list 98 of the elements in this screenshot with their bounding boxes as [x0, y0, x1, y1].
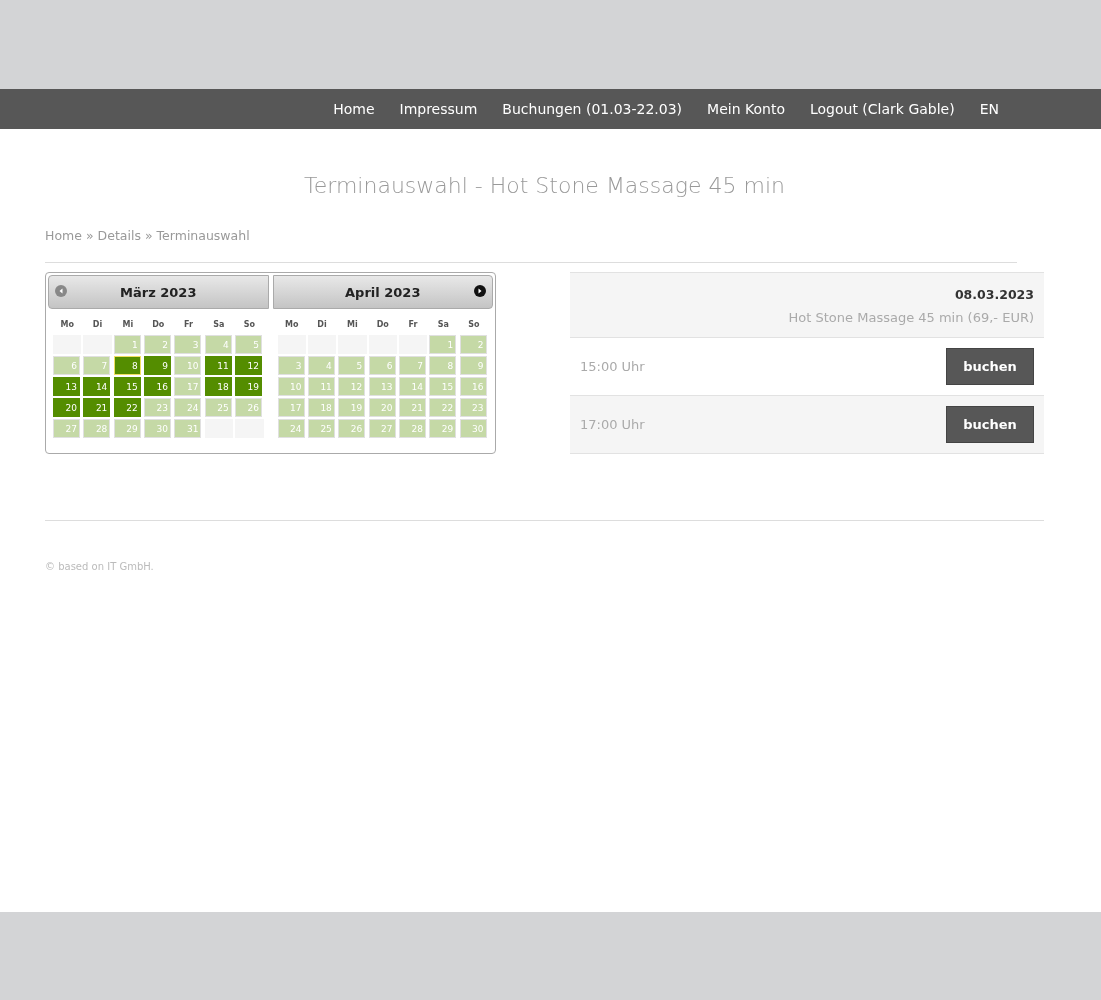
day-cell: 23 [459, 398, 487, 417]
day-cell[interactable]: 19 [235, 377, 263, 396]
day-cell: 28 [83, 419, 111, 438]
book-button[interactable]: buchen [946, 348, 1034, 385]
day-cell: 2 [459, 335, 487, 354]
day-cell[interactable]: 22 [113, 398, 141, 417]
breadcrumb-current: Terminauswahl [156, 228, 250, 243]
day-cell: 15 [429, 377, 457, 396]
day-cell: 8 [429, 356, 457, 375]
day-cell: 6 [53, 356, 80, 375]
time-label: 15:00 Uhr [580, 359, 645, 374]
day-cell[interactable]: 15 [113, 377, 141, 396]
day-cell: 30 [459, 419, 487, 438]
weekday-label: Sa [436, 318, 450, 331]
weekday-label: Fr [183, 318, 194, 331]
book-button[interactable]: buchen [946, 406, 1034, 443]
weekday-label: Fr [407, 318, 419, 331]
day-cell: 28 [398, 419, 426, 438]
day-cell: 1 [113, 335, 141, 354]
breadcrumb-separator: » [144, 228, 153, 243]
day-cell[interactable]: 9 [144, 356, 172, 375]
day-cell[interactable]: 18 [204, 377, 232, 396]
time-label: 17:00 Uhr [580, 417, 645, 432]
day-cell: 31 [174, 419, 202, 438]
day-cell: 5 [338, 356, 366, 375]
day-cell: 4 [204, 335, 232, 354]
weekday-label: Do [151, 318, 166, 331]
breadcrumb-separator: » [85, 228, 94, 243]
nav-link[interactable]: Buchungen (01.03-22.03) [502, 101, 683, 117]
day-cell: 30 [144, 419, 172, 438]
day-cell: 2 [144, 335, 172, 354]
day-cell: 29 [429, 419, 457, 438]
day-cell: 16 [459, 377, 487, 396]
weekday-label: So [467, 318, 481, 331]
day-cell: 11 [307, 377, 335, 396]
day-cell: 24 [174, 398, 202, 417]
service-info: Hot Stone Massage 45 min (69,- EUR) [788, 310, 1034, 325]
day-cell: 7 [83, 356, 111, 375]
weekday-label: Mi [121, 318, 135, 331]
day-cell[interactable]: 11 [204, 356, 232, 375]
day-cell: 22 [429, 398, 457, 417]
day-cell: 25 [204, 398, 232, 417]
day-cell: 20 [368, 398, 396, 417]
day-cell: 17 [174, 377, 202, 396]
day-cell: 3 [174, 335, 202, 354]
weekday-label: Mo [283, 318, 300, 331]
nav-link[interactable]: Home [333, 101, 375, 117]
day-cell: 9 [459, 356, 487, 375]
previous-month-icon[interactable] [55, 285, 67, 297]
day-cell: 10 [277, 377, 305, 396]
day-cell: 14 [398, 377, 426, 396]
nav-link[interactable]: EN [979, 101, 999, 117]
day-cell[interactable]: 21 [83, 398, 111, 417]
day-cell: 18 [307, 398, 335, 417]
nav-link[interactable]: Mein Konto [707, 101, 785, 117]
day-cell[interactable]: 16 [144, 377, 172, 396]
weekday-label: Di [316, 318, 328, 331]
day-cell: 26 [235, 398, 263, 417]
month-title: April 2023 [345, 284, 421, 300]
month-title: März 2023 [120, 284, 197, 300]
day-cell[interactable]: 14 [83, 377, 111, 396]
day-cell: 4 [307, 356, 335, 375]
footer-copyright: © based on IT GmbH. [45, 561, 155, 572]
day-cell: 29 [113, 419, 141, 438]
day-cell: 5 [235, 335, 263, 354]
day-cell[interactable]: 8 [113, 356, 141, 375]
nav-link[interactable]: Impressum [399, 101, 478, 117]
day-cell: 17 [277, 398, 305, 417]
day-cell: 19 [338, 398, 366, 417]
day-cell[interactable]: 20 [53, 398, 80, 417]
weekday-label: Di [91, 318, 104, 331]
next-month-icon[interactable] [474, 285, 486, 297]
weekday-label: Sa [212, 318, 226, 331]
breadcrumb-link[interactable]: Home [45, 228, 82, 243]
day-cell: 27 [53, 419, 80, 438]
weekday-label: Mi [346, 318, 359, 331]
day-cell: 25 [307, 419, 335, 438]
day-cell: 24 [277, 419, 305, 438]
weekday-label: So [242, 318, 256, 331]
day-cell: 21 [398, 398, 426, 417]
day-cell: 10 [174, 356, 202, 375]
weekday-label: Do [375, 318, 390, 331]
selected-date: 08.03.2023 [954, 287, 1034, 302]
nav-link[interactable]: Logout (Clark Gable) [810, 101, 955, 117]
day-cell: 27 [368, 419, 396, 438]
day-cell: 6 [368, 356, 396, 375]
day-cell: 1 [429, 335, 457, 354]
day-cell: 26 [338, 419, 366, 438]
day-cell: 3 [277, 356, 305, 375]
day-cell: 23 [144, 398, 172, 417]
day-cell: 7 [398, 356, 426, 375]
page-title: Terminauswahl - Hot Stone Massage 45 min [303, 173, 786, 198]
day-cell: 13 [368, 377, 396, 396]
day-cell[interactable]: 12 [235, 356, 263, 375]
weekday-label: Mo [59, 318, 75, 331]
day-cell: 12 [338, 377, 366, 396]
breadcrumb-link[interactable]: Details [97, 228, 141, 243]
day-cell[interactable]: 13 [53, 377, 80, 396]
